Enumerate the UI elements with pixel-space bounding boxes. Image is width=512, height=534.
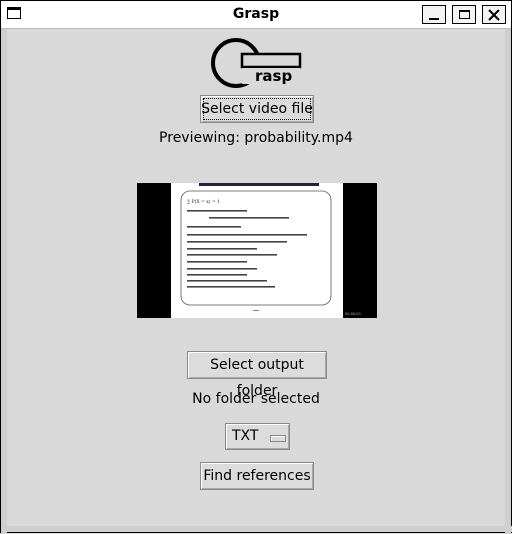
main-content: rasp Select video file Previewing: proba… bbox=[7, 29, 505, 527]
maximize-button[interactable] bbox=[452, 5, 476, 24]
close-button[interactable] bbox=[482, 5, 506, 24]
app-window: Grasp rasp Select video file Previewing:… bbox=[0, 0, 512, 534]
minimize-icon bbox=[429, 17, 439, 20]
title-bar[interactable]: Grasp bbox=[1, 1, 511, 29]
slide-text-line: ∑ P(X = x) = 1 bbox=[187, 198, 220, 205]
dropdown-indicator-icon bbox=[270, 435, 286, 442]
format-dropdown[interactable]: TXT bbox=[225, 423, 290, 450]
close-icon bbox=[488, 8, 500, 21]
minimize-button[interactable] bbox=[422, 5, 446, 24]
find-references-button[interactable]: Find references bbox=[200, 462, 314, 490]
select-output-folder-button[interactable]: Select output folder bbox=[187, 351, 327, 399]
select-video-button[interactable]: Select video file bbox=[200, 95, 314, 123]
grasp-logo: rasp bbox=[211, 38, 302, 88]
window-frame-right bbox=[505, 29, 511, 534]
maximize-icon bbox=[458, 10, 470, 19]
preview-label: Previewing: probability.mp4 bbox=[159, 130, 353, 146]
folder-status: No folder selected bbox=[192, 391, 320, 407]
window-frame-left bbox=[1, 29, 7, 534]
slide-thumbnail: ∑ P(X = x) = 1 00:00:00 bbox=[171, 183, 361, 318]
logo-text: rasp bbox=[255, 67, 292, 85]
video-timestamp: 00:00:00 bbox=[345, 312, 361, 316]
window-frame-bottom bbox=[1, 526, 512, 532]
video-preview: ∑ P(X = x) = 1 00:00:00 bbox=[137, 183, 377, 318]
format-selected: TXT bbox=[232, 428, 259, 444]
